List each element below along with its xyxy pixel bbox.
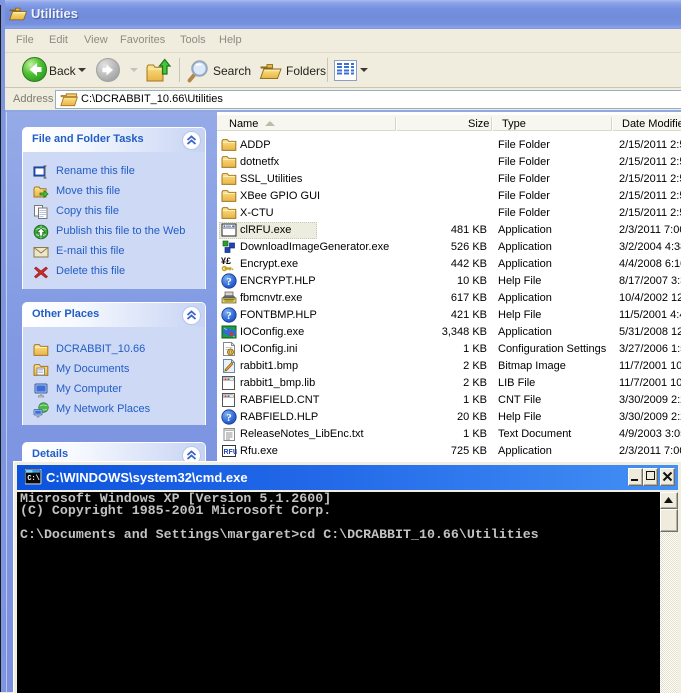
svg-text:C:\: C:\ xyxy=(27,475,39,483)
svg-text:RFU: RFU xyxy=(224,449,238,456)
svg-text:¥£: ¥£ xyxy=(221,256,231,266)
